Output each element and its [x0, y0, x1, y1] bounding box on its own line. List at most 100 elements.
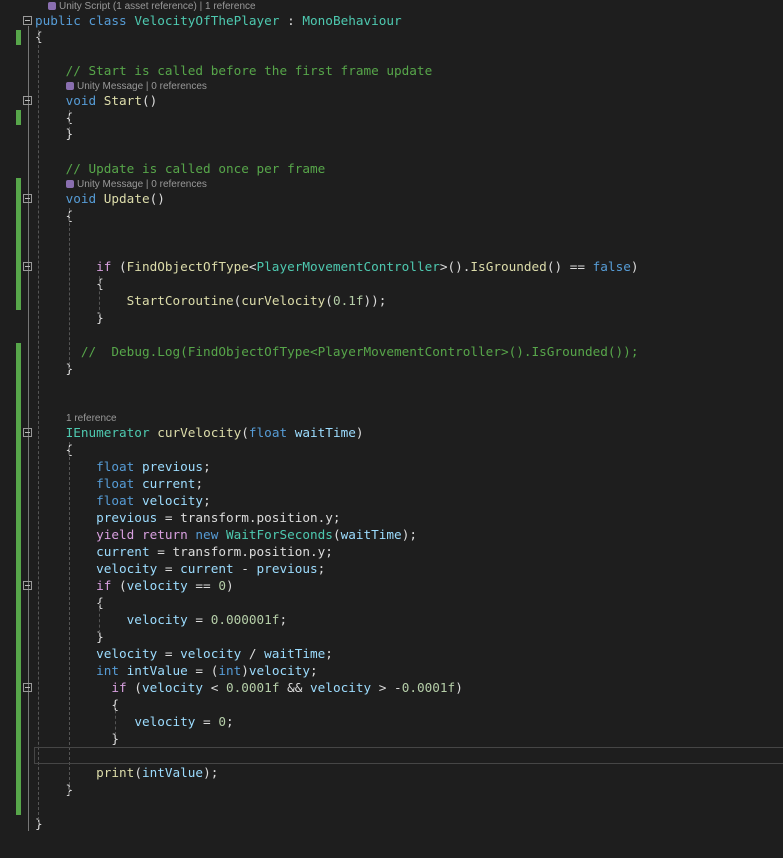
code-line[interactable]: } [35, 730, 119, 747]
code-token: ( [332, 527, 341, 542]
code-token: 0.000001f [210, 612, 280, 627]
code-line[interactable]: IEnumerator curVelocity(float waitTime) [35, 424, 364, 441]
code-line[interactable]: } [35, 781, 74, 798]
code-line[interactable]: { [35, 441, 74, 458]
change-bar [16, 178, 21, 310]
code-line[interactable]: float velocity; [35, 492, 211, 509]
code-line[interactable]: { [35, 207, 74, 224]
code-token: public [35, 13, 81, 28]
collapse-icon[interactable] [23, 16, 32, 25]
code-token: ; [203, 459, 211, 474]
code-line[interactable]: // Update is called once per frame [35, 160, 326, 177]
code-line[interactable]: previous = transform.position.y; [35, 509, 341, 526]
code-line[interactable]: public class VelocityOfThePlayer : MonoB… [35, 12, 402, 29]
code-token: ( [111, 578, 127, 593]
code-token: VelocityOfThePlayer [134, 13, 280, 28]
collapse-icon[interactable] [23, 96, 32, 105]
code-token: ; [279, 612, 288, 627]
code-line[interactable]: } [35, 125, 74, 142]
code-line[interactable]: void Start() [35, 92, 158, 109]
code-line[interactable]: { [35, 696, 119, 713]
code-token: int [96, 663, 120, 678]
code-token: if [111, 680, 127, 695]
code-line[interactable]: } [35, 360, 74, 377]
code-token: previous [256, 561, 318, 576]
code-line[interactable]: // Debug.Log(FindObjectOfType<PlayerMove… [35, 343, 639, 360]
code-line[interactable]: // Start is called before the first fram… [35, 62, 433, 79]
code-line[interactable]: if (velocity < 0.0001f && velocity > -0.… [35, 679, 463, 696]
code-token: current [180, 561, 234, 576]
code-token: MonoBehaviour [302, 13, 402, 28]
indent-guide [99, 603, 100, 633]
codelens-text[interactable]: Unity Message | 0 references [77, 179, 207, 190]
code-token: Update [103, 191, 150, 206]
code-token: curVelocity [157, 425, 242, 440]
code-token: ; [203, 493, 211, 508]
collapse-icon[interactable] [23, 581, 32, 590]
code-line[interactable]: yield return new WaitForSeconds(waitTime… [35, 526, 417, 543]
code-line[interactable]: velocity = current - previous; [35, 560, 325, 577]
code-token: float [96, 493, 135, 508]
code-token: = transform.position.y; [157, 510, 341, 525]
code-token: previous [96, 510, 158, 525]
unity-cube-icon [66, 82, 74, 90]
code-token: IEnumerator [65, 425, 150, 440]
code-token: // Start is called before the first fram… [65, 63, 433, 78]
codelens-text[interactable]: Unity Message | 0 references [77, 81, 207, 92]
code-token: WaitForSeconds [225, 527, 333, 542]
code-token: : [279, 13, 303, 28]
code-line[interactable]: float previous; [35, 458, 211, 475]
code-line[interactable]: float current; [35, 475, 203, 492]
code-token: if [96, 578, 112, 593]
code-line[interactable]: velocity = 0.000001f; [35, 611, 287, 628]
code-line[interactable]: velocity = velocity / waitTime; [35, 645, 333, 662]
collapse-icon[interactable] [23, 428, 32, 437]
collapse-icon[interactable] [23, 262, 32, 271]
code-token: ) [455, 680, 463, 695]
code-token: 0 [218, 714, 226, 729]
code-token: velocity [96, 561, 158, 576]
code-token: < [248, 259, 257, 274]
collapse-icon[interactable] [23, 683, 32, 692]
code-token: void [65, 191, 97, 206]
code-line[interactable]: print(intValue); [35, 764, 218, 781]
code-token: velocity [248, 663, 311, 678]
code-line[interactable]: current = transform.position.y; [35, 543, 333, 560]
code-line[interactable]: StartCoroutine(curVelocity(0.1f)); [35, 292, 387, 309]
change-bar [16, 343, 21, 815]
collapse-icon[interactable] [23, 194, 32, 203]
code-token: previous [141, 459, 204, 474]
code-token: >(). [439, 259, 471, 274]
codelens-text[interactable]: 1 reference [66, 413, 117, 424]
code-token: () == [546, 259, 593, 274]
code-token: )); [363, 293, 387, 308]
code-token: { [35, 208, 74, 223]
code-line[interactable]: if (velocity == 0) [35, 577, 234, 594]
code-line[interactable]: void Update() [35, 190, 165, 207]
code-line[interactable]: if (FindObjectOfType<PlayerMovementContr… [35, 258, 638, 275]
code-token: yield return [96, 527, 188, 542]
code-line[interactable]: velocity = 0; [35, 713, 233, 730]
code-token: = [157, 646, 181, 661]
code-line[interactable]: int intValue = (int)velocity; [35, 662, 318, 679]
codelens-text[interactable]: Unity Script (1 asset reference) | 1 ref… [59, 1, 256, 12]
code-token: intValue [126, 663, 188, 678]
code-token: velocity [180, 646, 242, 661]
code-line[interactable]: { [35, 109, 74, 126]
code-token: velocity [126, 578, 188, 593]
code-token: ) [225, 578, 234, 593]
